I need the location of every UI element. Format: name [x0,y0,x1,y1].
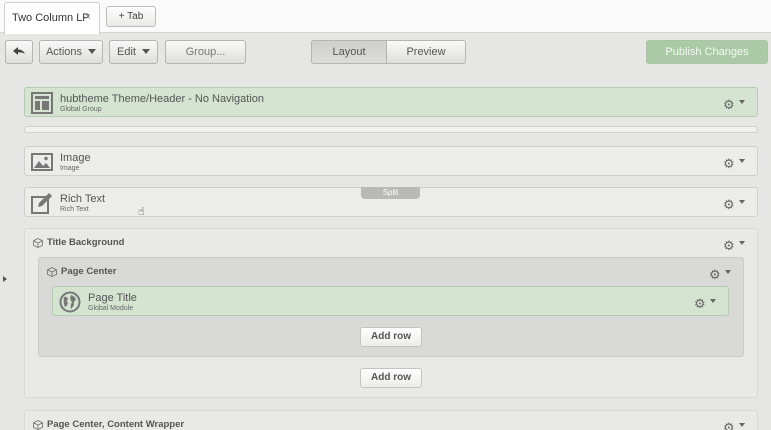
caret-down-icon [725,270,731,274]
module-subtitle: Image [60,165,80,172]
add-row-button[interactable]: Add row [360,368,422,388]
caret-down-icon [88,49,97,54]
tab-two-column-lp[interactable]: Two Column LP × [4,2,100,34]
module-title: hubtheme Theme/Header - No Navigation [60,93,265,105]
module-subtitle: Global Module [88,305,134,312]
group-settings-menu[interactable]: ⚙ [709,266,731,281]
module-settings-menu[interactable]: ⚙ [723,155,745,170]
caret-down-icon [739,423,745,427]
group-settings-menu[interactable]: ⚙ [723,419,745,430]
module-header[interactable]: hubtheme Theme/Header - No Navigation Gl… [24,87,758,117]
gear-icon: ⚙ [723,420,735,430]
chevron-down-icon[interactable] [702,0,710,2]
module-image[interactable]: Image Image ⚙ [24,146,758,176]
caret-down-icon [739,241,745,245]
module-title: Page Title [88,292,137,304]
module-subtitle: Rich Text [60,206,89,213]
actions-dropdown[interactable]: Actions [39,40,103,64]
empty-drop-zone [24,126,758,133]
caret-down-icon [710,299,716,303]
cube-icon [47,267,57,277]
module-title: Image [60,152,91,164]
module-settings-menu[interactable]: ⚙ [694,295,716,310]
group-title: Page Center [61,266,117,277]
gear-icon: ⚙ [723,156,735,171]
group-title: Page Center, Content Wrapper [47,419,185,430]
module-title: Rich Text [60,193,106,205]
group-title: Title Background [47,237,125,248]
group-button[interactable]: Group... [165,40,246,64]
gear-icon: ⚙ [709,267,721,282]
cube-icon [33,420,43,430]
add-tab-button[interactable]: + Tab [106,6,156,27]
back-button[interactable] [5,40,33,64]
caret-down-icon [141,49,150,54]
group-page-center[interactable]: Page Center ⚙ Page Title Global Module ⚙… [38,257,744,357]
module-settings-menu[interactable]: ⚙ [723,96,745,111]
preview-tab[interactable]: Preview [386,40,466,64]
tab-bar: Two Column LP × + Tab [0,0,771,34]
split-button[interactable]: Split [361,187,420,199]
edit-label: Edit [117,46,136,58]
group-page-center-content-wrapper[interactable]: Page Center, Content Wrapper ⚙ [24,410,758,430]
cube-icon [33,238,43,248]
gear-icon: ⚙ [723,97,735,112]
back-arrow-icon [13,47,25,55]
group-title-background[interactable]: Title Background ⚙ Page Center ⚙ Page Ti… [24,228,758,398]
caret-down-icon [739,159,745,163]
globe-icon [59,291,81,313]
add-row-button[interactable]: Add row [360,327,422,347]
pencil-edit-icon [31,193,52,214]
caret-down-icon [739,100,745,104]
gear-icon: ⚙ [723,238,735,253]
layout-tab[interactable]: Layout [311,40,387,64]
caret-down-icon [739,200,745,204]
layout-template-icon [31,92,53,114]
publish-changes-button[interactable]: Publish Changes [646,40,768,64]
gear-icon: ⚙ [723,197,735,212]
expand-panel-arrow-icon[interactable] [3,276,7,282]
close-icon[interactable]: × [85,11,91,23]
image-icon [31,153,53,171]
module-settings-menu[interactable]: ⚙ [723,196,745,211]
gear-icon: ⚙ [694,296,706,311]
actions-label: Actions [45,46,83,58]
edit-dropdown[interactable]: Edit [109,40,158,64]
module-page-title[interactable]: Page Title Global Module ⚙ [52,286,729,316]
module-subtitle: Global Group [60,106,102,113]
hand-cursor-icon: ☝ [138,206,145,218]
tab-label: Two Column LP [12,12,90,24]
group-settings-menu[interactable]: ⚙ [723,237,745,252]
